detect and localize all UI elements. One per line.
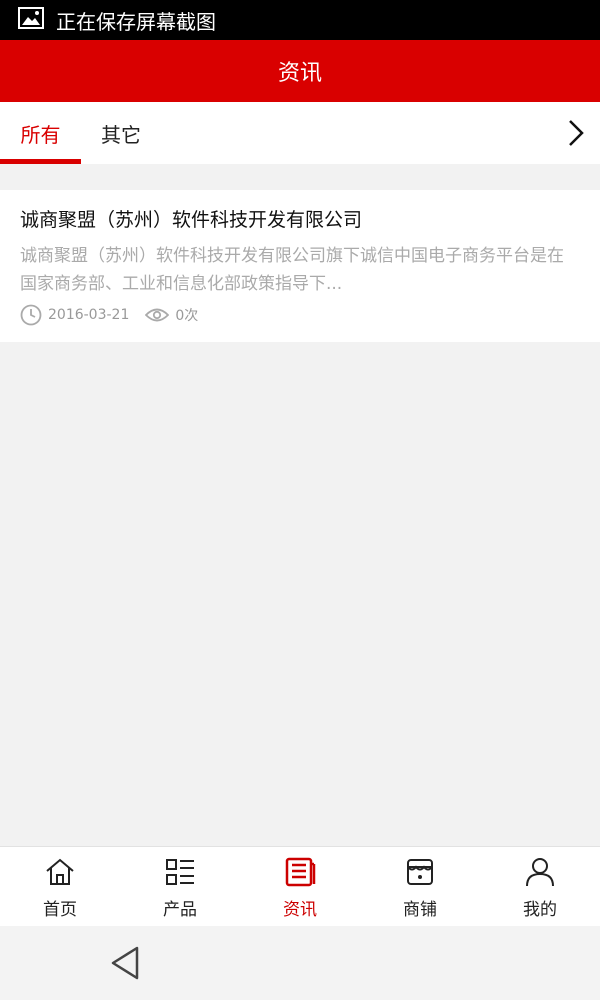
nav-item-profile[interactable]: 我的 xyxy=(480,847,600,926)
system-nav-bar xyxy=(0,926,600,1000)
back-button[interactable] xyxy=(108,944,142,982)
category-tabs: 所有 其它 xyxy=(0,102,600,164)
nav-item-news[interactable]: 资讯 xyxy=(240,847,360,926)
nav-label: 我的 xyxy=(523,900,557,920)
page-title: 资讯 xyxy=(277,61,322,86)
user-icon xyxy=(523,855,557,889)
news-title: 诚商聚盟（苏州）软件科技开发有限公司 xyxy=(20,209,363,231)
page-header: 资讯 xyxy=(0,40,600,102)
home-icon xyxy=(43,855,77,889)
nav-item-products[interactable]: 产品 xyxy=(120,847,240,926)
image-icon xyxy=(18,7,44,33)
bottom-nav: 首页 产品 资讯 商铺 我的 xyxy=(0,846,600,926)
nav-label: 商铺 xyxy=(403,900,437,920)
grid-list-icon xyxy=(163,855,197,889)
clock-icon xyxy=(20,304,42,326)
nav-label: 首页 xyxy=(43,900,77,920)
status-bar: 正在保存屏幕截图 xyxy=(0,0,600,40)
store-icon xyxy=(403,855,437,889)
news-meta: 2016-03-21 0次 xyxy=(20,304,580,326)
news-views-text: 0次 xyxy=(175,308,199,324)
news-list-item[interactable]: 诚商聚盟（苏州）软件科技开发有限公司 诚商聚盟（苏州）软件科技开发有限公司旗下诚… xyxy=(0,190,600,342)
back-triangle-icon xyxy=(111,946,139,980)
news-icon xyxy=(283,855,317,889)
nav-label: 资讯 xyxy=(283,900,317,920)
nav-label: 产品 xyxy=(163,900,197,920)
status-text: 正在保存屏幕截图 xyxy=(56,9,216,34)
chevron-right-icon xyxy=(569,120,584,146)
news-description: 诚商聚盟（苏州）软件科技开发有限公司旗下诚信中国电子商务平台是在国家商务部、工业… xyxy=(20,246,564,294)
news-date: 2016-03-21 xyxy=(20,304,129,326)
nav-item-home[interactable]: 首页 xyxy=(0,847,120,926)
nav-item-store[interactable]: 商铺 xyxy=(360,847,480,926)
tab-all[interactable]: 所有 xyxy=(0,102,81,164)
news-date-text: 2016-03-21 xyxy=(48,307,130,323)
tab-other[interactable]: 其它 xyxy=(81,102,161,164)
news-views: 0次 xyxy=(145,305,198,325)
tabs-scroll-right-button[interactable] xyxy=(564,118,588,148)
eye-icon xyxy=(145,308,170,322)
